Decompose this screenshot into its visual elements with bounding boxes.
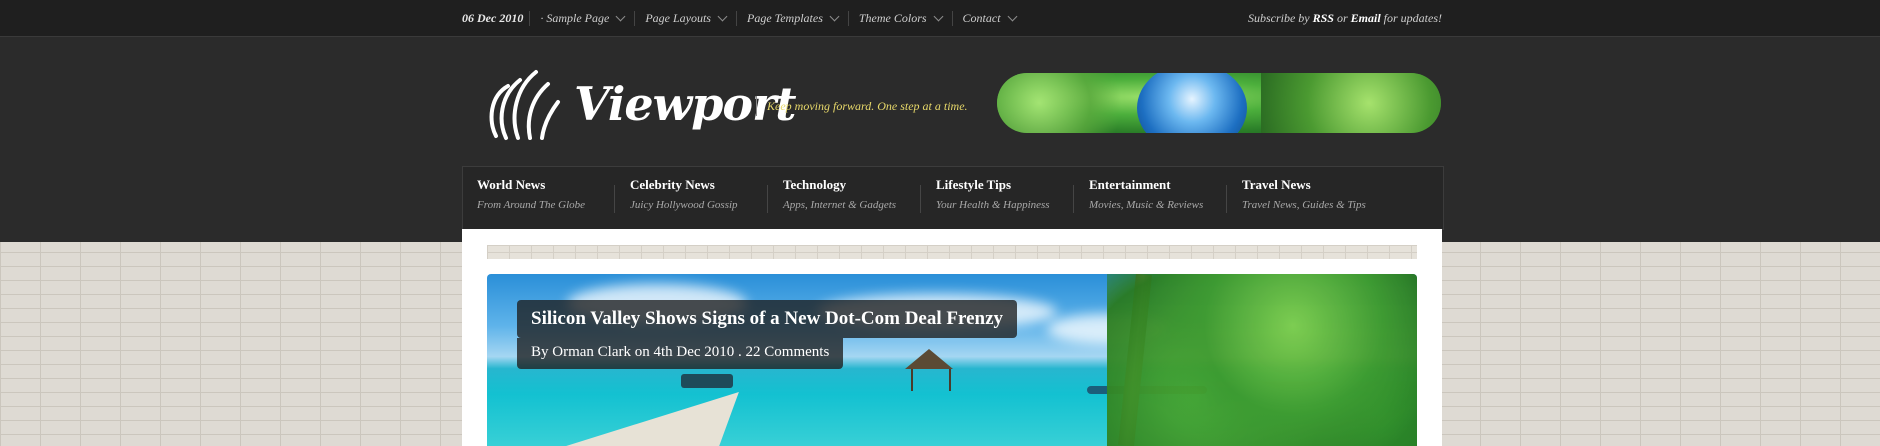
category-travel-news[interactable]: Travel News Travel News, Guides & Tips: [1228, 167, 1428, 229]
category-lifestyle-tips[interactable]: Lifestyle Tips Your Health & Happiness: [922, 167, 1074, 229]
feature-meta: By Orman Clark on 4th Dec 2010 . 22 Comm…: [517, 338, 844, 369]
boat: [681, 374, 733, 388]
chevron-down-icon: [829, 11, 840, 21]
category-navigation: World News From Around The Globe Celebri…: [462, 166, 1444, 230]
nav-divider: [920, 185, 921, 213]
category-subtitle: Travel News, Guides & Tips: [1242, 199, 1366, 211]
nav-label: Page Layouts: [645, 10, 711, 25]
category-entertainment[interactable]: Entertainment Movies, Music & Reviews: [1075, 167, 1227, 229]
nav-label: Contact: [962, 10, 1001, 25]
category-title: World News: [477, 177, 546, 192]
nav-page-templates[interactable]: Page Templates: [735, 10, 848, 26]
nav-label: · Sample Page: [540, 10, 610, 25]
nav-theme-colors[interactable]: Theme Colors: [847, 10, 952, 26]
category-title: Lifestyle Tips: [936, 177, 1012, 192]
chevron-down-icon: [717, 11, 728, 21]
chevron-down-icon: [615, 11, 626, 21]
category-subtitle: Movies, Music & Reviews: [1089, 199, 1204, 211]
banner-foliage-left: [997, 73, 1137, 133]
wooden-pier: [547, 392, 749, 446]
nav-contact[interactable]: Contact: [951, 10, 1026, 26]
category-title: Technology: [783, 177, 847, 192]
category-title: Celebrity News: [630, 177, 715, 192]
current-date: 06 Dec 2010: [462, 10, 524, 25]
site-logo[interactable]: Viewport: [486, 66, 797, 142]
category-subtitle: From Around The Globe: [477, 199, 586, 211]
nav-label: Theme Colors: [858, 10, 927, 25]
nav-divider: [614, 185, 615, 213]
subscribe-prefix: Subscribe by: [1247, 11, 1310, 25]
chevron-down-icon: [933, 11, 943, 21]
subscribe-suffix: for updates!: [1383, 11, 1442, 25]
site-tagline: Keep moving forward. One step at a time.: [756, 96, 968, 116]
nav-divider: [767, 185, 768, 213]
subscribe-or: or: [1336, 11, 1348, 25]
featured-article[interactable]: Silicon Valley Shows Signs of a New Dot-…: [487, 274, 1417, 446]
category-celebrity-news[interactable]: Celebrity News Juicy Hollywood Gossip: [616, 167, 768, 229]
banner-tower-image: [1137, 73, 1247, 133]
top-navigation: 06 Dec 2010 · Sample Page Page Layouts P…: [462, 0, 1026, 36]
feature-title[interactable]: Silicon Valley Shows Signs of a New Dot-…: [517, 300, 1018, 338]
pier-hut: [911, 369, 951, 391]
category-technology[interactable]: Technology Apps, Internet & Gadgets: [769, 167, 921, 229]
nav-divider: [1226, 185, 1227, 213]
email-link[interactable]: Email: [1351, 11, 1381, 25]
category-world-news[interactable]: World News From Around The Globe: [463, 167, 615, 229]
category-title: Entertainment: [1089, 177, 1171, 192]
category-subtitle: Apps, Internet & Gadgets: [783, 199, 897, 211]
feature-caption: Silicon Valley Shows Signs of a New Dot-…: [517, 300, 1018, 369]
banner-foliage-right: [1261, 73, 1441, 133]
category-title: Travel News: [1242, 177, 1311, 192]
nav-sample-page[interactable]: · Sample Page: [529, 10, 634, 26]
category-subtitle: Juicy Hollywood Gossip: [630, 199, 738, 211]
swirl-logo-icon: [489, 70, 560, 140]
nav-page-layouts[interactable]: Page Layouts: [634, 10, 736, 26]
chevron-down-icon: [1007, 11, 1017, 21]
header-banner[interactable]: [997, 73, 1441, 133]
nav-label: Page Templates: [746, 10, 823, 25]
category-subtitle: Your Health & Happiness: [936, 199, 1050, 211]
decorative-brick-strip: [487, 245, 1417, 259]
top-bar: 06 Dec 2010 · Sample Page Page Layouts P…: [0, 0, 1880, 37]
main-content: Silicon Valley Shows Signs of a New Dot-…: [462, 229, 1442, 446]
tropical-foliage: [1107, 274, 1417, 446]
subscribe-text: Subscribe by RSS or Email for updates!: [1248, 0, 1442, 36]
rss-link[interactable]: RSS: [1313, 11, 1334, 25]
nav-divider: [1073, 185, 1074, 213]
